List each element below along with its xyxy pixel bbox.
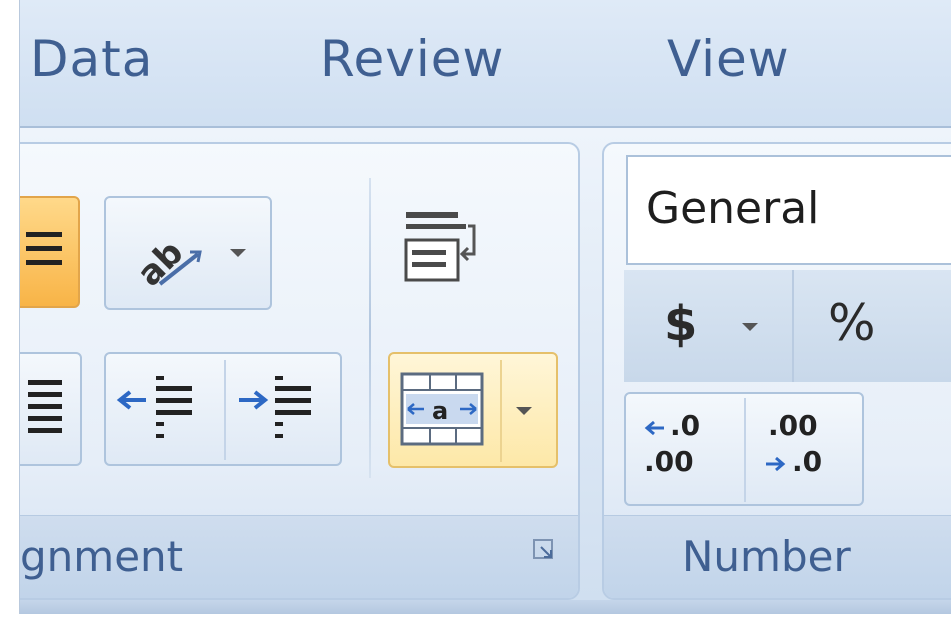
excel-ribbon: Data Review View gnment ab a Number Gene… xyxy=(19,0,951,614)
chevron-down-icon xyxy=(742,323,758,331)
tab-review[interactable]: Review xyxy=(320,34,504,84)
chevron-down-icon xyxy=(230,249,246,257)
merge-and-center-icon: a xyxy=(400,372,484,446)
percent-button[interactable]: % xyxy=(796,270,951,382)
arrow-left-icon xyxy=(644,420,664,436)
increase-decimal-top: .0 xyxy=(670,409,701,442)
increase-decimal-button[interactable]: .0 .00 xyxy=(634,406,744,496)
orientation-icon: ab xyxy=(130,233,202,294)
tab-view[interactable]: View xyxy=(667,34,790,84)
currency-symbol: $ xyxy=(664,296,698,352)
svg-text:a: a xyxy=(432,397,448,425)
decrease-decimal-button[interactable]: .00 .0 xyxy=(754,406,864,496)
ribbon-tab-strip: Data Review View xyxy=(20,0,951,128)
align-right-button[interactable] xyxy=(20,196,80,308)
number-group-footer: Number xyxy=(604,515,951,598)
alignment-divider xyxy=(369,178,371,478)
wrap-text-icon xyxy=(404,212,476,282)
alignment-group-footer: gnment xyxy=(20,515,578,598)
svg-text:ab: ab xyxy=(130,233,192,294)
wrap-text-button[interactable] xyxy=(392,196,502,306)
decrease-indent-icon xyxy=(116,376,192,438)
percent-symbol: % xyxy=(828,294,876,352)
decrease-decimal-top: .00 xyxy=(768,409,818,442)
increase-indent-icon xyxy=(239,376,311,438)
ribbon-bottom-edge xyxy=(20,600,951,614)
align-right-icon xyxy=(26,232,62,265)
justify-button[interactable] xyxy=(20,352,82,466)
number-group-label: Number xyxy=(682,532,851,581)
increase-indent-button[interactable] xyxy=(235,372,335,452)
arrow-right-icon xyxy=(766,456,786,472)
number-format-value: General xyxy=(646,183,820,234)
alignment-group-label: gnment xyxy=(20,532,184,581)
justify-icon xyxy=(28,380,62,433)
orientation-button[interactable]: ab xyxy=(104,196,272,310)
merge-and-center-button[interactable]: a xyxy=(388,352,558,468)
increase-decimal-bottom: .00 xyxy=(644,445,694,478)
currency-button[interactable]: $ xyxy=(624,270,794,382)
decrease-decimal-bottom: .0 xyxy=(792,445,823,478)
alignment-dialog-launcher-button[interactable] xyxy=(532,538,556,562)
number-format-dropdown[interactable]: General xyxy=(626,155,951,265)
decrease-indent-button[interactable] xyxy=(116,372,216,452)
tab-data[interactable]: Data xyxy=(30,34,153,84)
dialog-launcher-icon xyxy=(533,539,553,559)
chevron-down-icon xyxy=(516,407,532,415)
number-format-toolbar: $ % xyxy=(624,270,951,382)
